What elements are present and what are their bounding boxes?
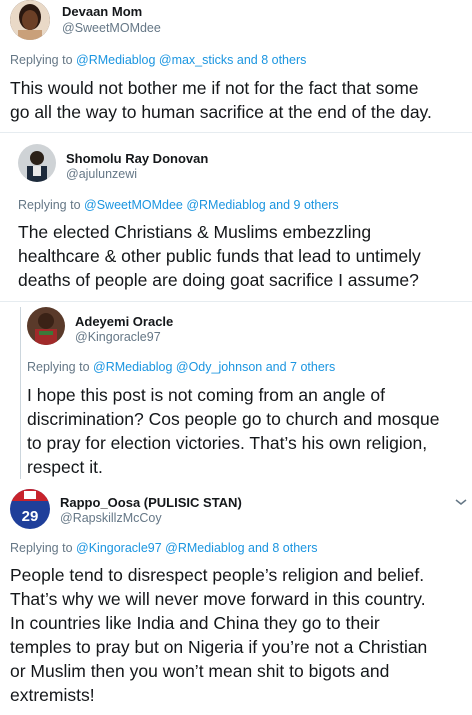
tweet-2[interactable]: Shomolu Ray Donovan @ajulunzewi Replying… xyxy=(0,140,472,300)
tweet-text-line: to pray for election victories. That’s h… xyxy=(27,433,428,453)
tweet-text-line: People tend to disrespect people’s relig… xyxy=(10,565,425,585)
jersey-number: 29 xyxy=(22,508,39,525)
avatar[interactable] xyxy=(10,0,50,40)
divider xyxy=(0,132,472,133)
tweet-text: This would not bother me if not for the … xyxy=(10,76,432,124)
replying-to-links[interactable]: @RMediablog @Ody_johnson xyxy=(93,360,262,374)
tweet-text: People tend to disrespect people’s relig… xyxy=(10,563,427,707)
replying-to-others[interactable]: and 7 others xyxy=(262,360,336,374)
display-name[interactable]: Shomolu Ray Donovan xyxy=(66,151,208,166)
tweet-text-line: respect it. xyxy=(27,457,103,477)
replying-prefix: Replying to xyxy=(27,360,94,374)
user-handle[interactable]: @RapskillzMcCoy xyxy=(60,511,162,525)
tweet-text-line: In countries like India and China they g… xyxy=(10,613,380,633)
display-name[interactable]: Adeyemi Oracle xyxy=(75,314,173,329)
replying-prefix: Replying to xyxy=(10,53,77,67)
display-name[interactable]: Rappo_Oosa (PULISIC STAN) xyxy=(60,495,242,510)
divider xyxy=(0,301,472,302)
chevron-down-icon[interactable] xyxy=(454,497,468,507)
tweet-text-line: deaths of people are doing goat sacrific… xyxy=(18,270,419,290)
tweet-3[interactable]: Adeyemi Oracle @Kingoracle97 Replying to… xyxy=(0,305,472,483)
avatar[interactable] xyxy=(18,144,56,182)
tweet-text-line: discrimination? Cos people go to church … xyxy=(27,409,440,429)
avatar[interactable] xyxy=(27,307,65,345)
tweet-text-line: healthcare & other public funds that lea… xyxy=(18,246,421,266)
replying-prefix: Replying to xyxy=(10,541,77,555)
display-name[interactable]: Devaan Mom xyxy=(62,4,142,19)
tweet-text-line: This would not bother me if not for the … xyxy=(10,78,419,98)
replying-to: Replying to @RMediablog @max_sticks and … xyxy=(10,53,306,67)
tweet-1[interactable]: Devaan Mom @SweetMOMdee Replying to @RMe… xyxy=(0,0,472,130)
replying-to-links[interactable]: @Kingoracle97 @RMediablog xyxy=(76,541,245,555)
tweet-text-line: or Muslim then you won’t mean shit to bi… xyxy=(10,661,390,681)
tweet-text-line: extremists! xyxy=(10,685,95,705)
user-handle[interactable]: @ajulunzewi xyxy=(66,167,137,181)
tweet-text-line: I hope this post is not coming from an a… xyxy=(27,385,385,405)
tweet-4[interactable]: 29 Rappo_Oosa (PULISIC STAN) @RapskillzM… xyxy=(0,487,472,715)
replying-to-links[interactable]: @SweetMOMdee @RMediablog xyxy=(84,198,266,212)
replying-to-links[interactable]: @RMediablog @max_sticks xyxy=(76,53,233,67)
tweet-text: The elected Christians & Muslims embezzl… xyxy=(18,220,421,292)
replying-prefix: Replying to xyxy=(18,198,85,212)
tweet-text-line: That’s why we will never move forward in… xyxy=(10,589,426,609)
replying-to-others[interactable]: and 9 others xyxy=(266,198,339,212)
user-handle[interactable]: @SweetMOMdee xyxy=(62,21,161,35)
replying-to: Replying to @Kingoracle97 @RMediablog an… xyxy=(10,541,318,555)
replying-to: Replying to @SweetMOMdee @RMediablog and… xyxy=(18,198,339,212)
replying-to-others[interactable]: and 8 others xyxy=(245,541,318,555)
user-handle[interactable]: @Kingoracle97 xyxy=(75,330,161,344)
replying-to-others[interactable]: and 8 others xyxy=(233,53,307,67)
tweet-text-line: go all the way to human sacrifice at the… xyxy=(10,102,432,122)
replying-to: Replying to @RMediablog @Ody_johnson and… xyxy=(27,360,335,374)
tweet-text-line: The elected Christians & Muslims embezzl… xyxy=(18,222,372,242)
avatar[interactable]: 29 xyxy=(10,489,50,529)
tweet-text: I hope this post is not coming from an a… xyxy=(27,383,439,479)
tweet-text-line: temples to pray but on Nigeria if you’re… xyxy=(10,637,428,657)
